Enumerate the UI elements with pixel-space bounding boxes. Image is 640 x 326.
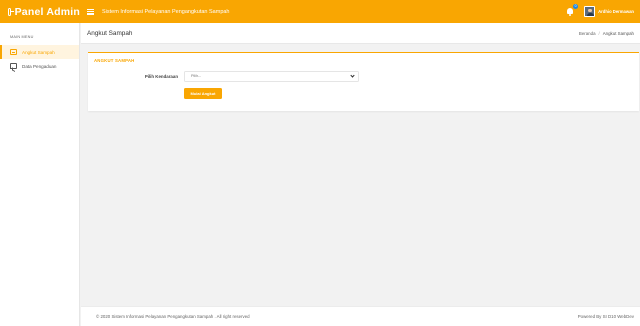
chevron-down-icon — [350, 73, 355, 78]
sidebar-item-label: Angkut Sampah — [22, 49, 55, 55]
page-header: Angkut Sampah Beranda / Angkut Sampah — [81, 23, 640, 44]
page-title: Angkut Sampah — [87, 30, 133, 37]
hamburger-menu-icon[interactable] — [87, 8, 94, 15]
footer: © 2020 Sistem Informasi Pelayanan Pengan… — [81, 306, 640, 326]
sidebar-item-data-pengaduan[interactable]: Data Pengaduan — [0, 59, 79, 73]
card-heading: ANGKUT SAMPAH — [94, 58, 135, 63]
breadcrumb-current: Angkut Sampah — [602, 31, 634, 36]
breadcrumb-home-link[interactable]: Beranda — [579, 31, 596, 36]
message-icon — [10, 63, 17, 69]
sidebar-item-label: Data Pengaduan — [22, 63, 57, 69]
notification-badge: 0 — [573, 4, 579, 9]
vehicle-select[interactable]: Pilih-- — [184, 71, 359, 82]
top-navbar: Panel Admin Sistem Informasi Pelayanan P… — [0, 0, 640, 23]
top-right-actions: 0 Ardhio Dermawan — [566, 0, 634, 23]
avatar[interactable] — [584, 6, 596, 17]
footer-copyright: © 2020 Sistem Informasi Pelayanan Pengan… — [96, 314, 250, 319]
brand-title: Panel Admin — [14, 5, 80, 18]
sidebar: MAIN MENU Angkut Sampah Data Pengaduan — [0, 23, 80, 326]
angkut-sampah-card: ANGKUT SAMPAH — [88, 52, 639, 111]
start-pickup-button[interactable]: Mulai Angkut — [184, 88, 222, 99]
footer-powered-by: Powered By SI D10 WebDev — [577, 314, 634, 319]
notification-bell-icon[interactable]: 0 — [566, 4, 579, 16]
truck-icon — [10, 49, 17, 55]
brand[interactable]: Panel Admin — [0, 0, 80, 23]
vehicle-select-value: Pilih-- — [191, 74, 201, 78]
wallet-icon — [8, 7, 14, 16]
breadcrumb-separator: / — [598, 31, 600, 36]
breadcrumb: Beranda / Angkut Sampah — [579, 23, 634, 44]
user-name[interactable]: Ardhio Dermawan — [598, 9, 634, 14]
sidebar-heading: MAIN MENU — [10, 35, 34, 39]
sidebar-item-angkut-sampah[interactable]: Angkut Sampah — [0, 45, 79, 59]
app-title: Sistem Informasi Pelayanan Pengangkutan … — [102, 8, 230, 15]
vehicle-select-label: Pilih Kendaraan — [144, 74, 178, 79]
